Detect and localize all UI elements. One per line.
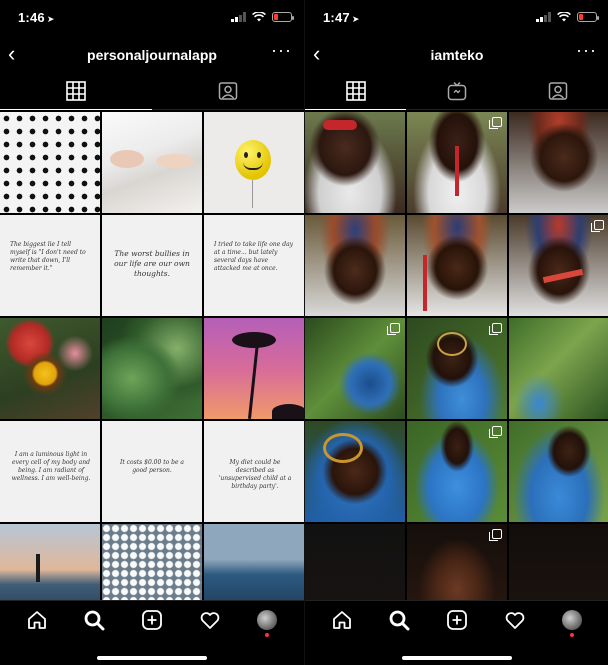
nav-home[interactable] [328,606,356,634]
add-post-icon [447,610,467,630]
grid-post-blue-jacket[interactable] [509,421,608,522]
tab-igtv[interactable] [406,72,507,109]
status-time: 1:47 [323,10,350,25]
home-indicator [97,656,207,660]
left-phone-screen: 1:46 ➤ ‹ personaljournalapp ··· The bigg… [0,0,304,665]
notification-dot [265,633,270,637]
notification-dot [570,633,575,637]
profile-avatar [257,610,278,630]
tagged-person-icon [218,81,238,100]
multiple-photos-icon [489,426,502,438]
profile-tabs [0,72,304,110]
grid-post-quote[interactable]: It costs $0.00 to be a good person. [102,421,202,522]
nav-profile[interactable] [558,606,586,637]
grid-post-quote[interactable]: I am a luminous light in every cell of m… [0,421,100,522]
search-icon [389,610,410,631]
tab-tagged[interactable] [152,72,304,109]
tab-grid[interactable] [305,72,407,110]
add-post-icon [142,610,162,630]
grid-post-quote[interactable]: The biggest lie I tell myself is "I don'… [0,215,100,316]
grid-post-portrait[interactable] [509,215,608,316]
grid-post-portrait[interactable] [305,215,405,316]
multiple-photos-icon [591,220,604,232]
location-arrow-icon: ➤ [351,14,360,24]
battery-icon [577,12,599,22]
profile-username: iamteko [430,47,484,63]
wifi-icon [252,12,266,22]
grid-post-smiley-balloon[interactable] [204,112,304,213]
bottom-tab-bar [305,600,608,665]
profile-username: personaljournalapp [87,47,217,63]
nav-new-post[interactable] [443,606,471,634]
profile-tabs [305,72,608,110]
multiple-photos-icon [489,529,502,541]
back-chevron-icon[interactable]: ‹ [8,42,15,66]
heart-icon [505,612,524,629]
profile-header: ‹ personaljournalapp ··· [0,38,304,72]
home-icon [27,611,46,629]
profile-header: ‹ iamteko ··· [305,38,608,72]
tv-icon [447,81,467,100]
nav-search[interactable] [385,606,413,634]
wifi-icon [557,12,571,22]
grid-post-palm-sunset[interactable] [204,318,304,419]
more-options-icon[interactable]: ··· [271,40,292,61]
grid-post-polka-dots[interactable] [0,112,100,213]
grid-post-quote[interactable]: The worst bullies in our life are our ow… [102,215,202,316]
status-bar: 1:46 ➤ [0,0,304,38]
location-arrow-icon: ➤ [46,14,55,24]
grid-post-blue-jacket[interactable] [407,421,507,522]
heart-icon [200,612,219,629]
more-options-icon[interactable]: ··· [576,40,597,61]
grid-icon [66,80,86,101]
tagged-person-icon [549,81,568,100]
profile-avatar [562,610,583,630]
grid-post-portrait-closeup[interactable] [305,421,405,522]
status-time: 1:46 [18,10,45,25]
nav-home[interactable] [23,606,51,634]
tab-tagged[interactable] [508,72,608,109]
status-bar: 1:47 ➤ [305,0,608,38]
multiple-photos-icon [387,323,400,335]
grid-post-jungle-portrait[interactable] [305,318,405,419]
cellular-signal-icon [536,12,551,22]
home-indicator [402,656,512,660]
grid-post-jungle-portrait[interactable] [407,318,507,419]
grid-post-portrait[interactable] [407,112,507,213]
nav-profile[interactable] [253,606,281,637]
grid-post-portrait[interactable] [509,112,608,213]
multiple-photos-icon [489,323,502,335]
post-grid: The biggest lie I tell myself is "I don'… [0,112,304,625]
battery-icon [272,12,294,22]
nav-activity[interactable] [501,606,529,634]
grid-post-pillows[interactable] [102,112,202,213]
search-icon [84,610,105,631]
grid-post-quote[interactable]: I tried to take life one day at a time..… [204,215,304,316]
bottom-tab-bar [0,600,304,665]
tab-grid[interactable] [0,72,152,110]
cellular-signal-icon [231,12,246,22]
grid-icon [345,80,366,101]
post-grid [305,112,608,625]
grid-post-sunflowers[interactable] [0,318,100,419]
grid-post-green-leaves[interactable] [102,318,202,419]
nav-search[interactable] [80,606,108,634]
right-phone-screen: 1:47 ➤ ‹ iamteko ··· [304,0,608,665]
home-icon [332,611,351,629]
grid-post-quote[interactable]: My diet could be described as 'unsupervi… [204,421,304,522]
nav-activity[interactable] [196,606,224,634]
grid-post-jungle-leaves[interactable] [509,318,608,419]
back-chevron-icon[interactable]: ‹ [313,42,320,66]
grid-post-portrait[interactable] [305,112,405,213]
grid-post-portrait[interactable] [407,215,507,316]
multiple-photos-icon [489,117,502,129]
nav-new-post[interactable] [138,606,166,634]
